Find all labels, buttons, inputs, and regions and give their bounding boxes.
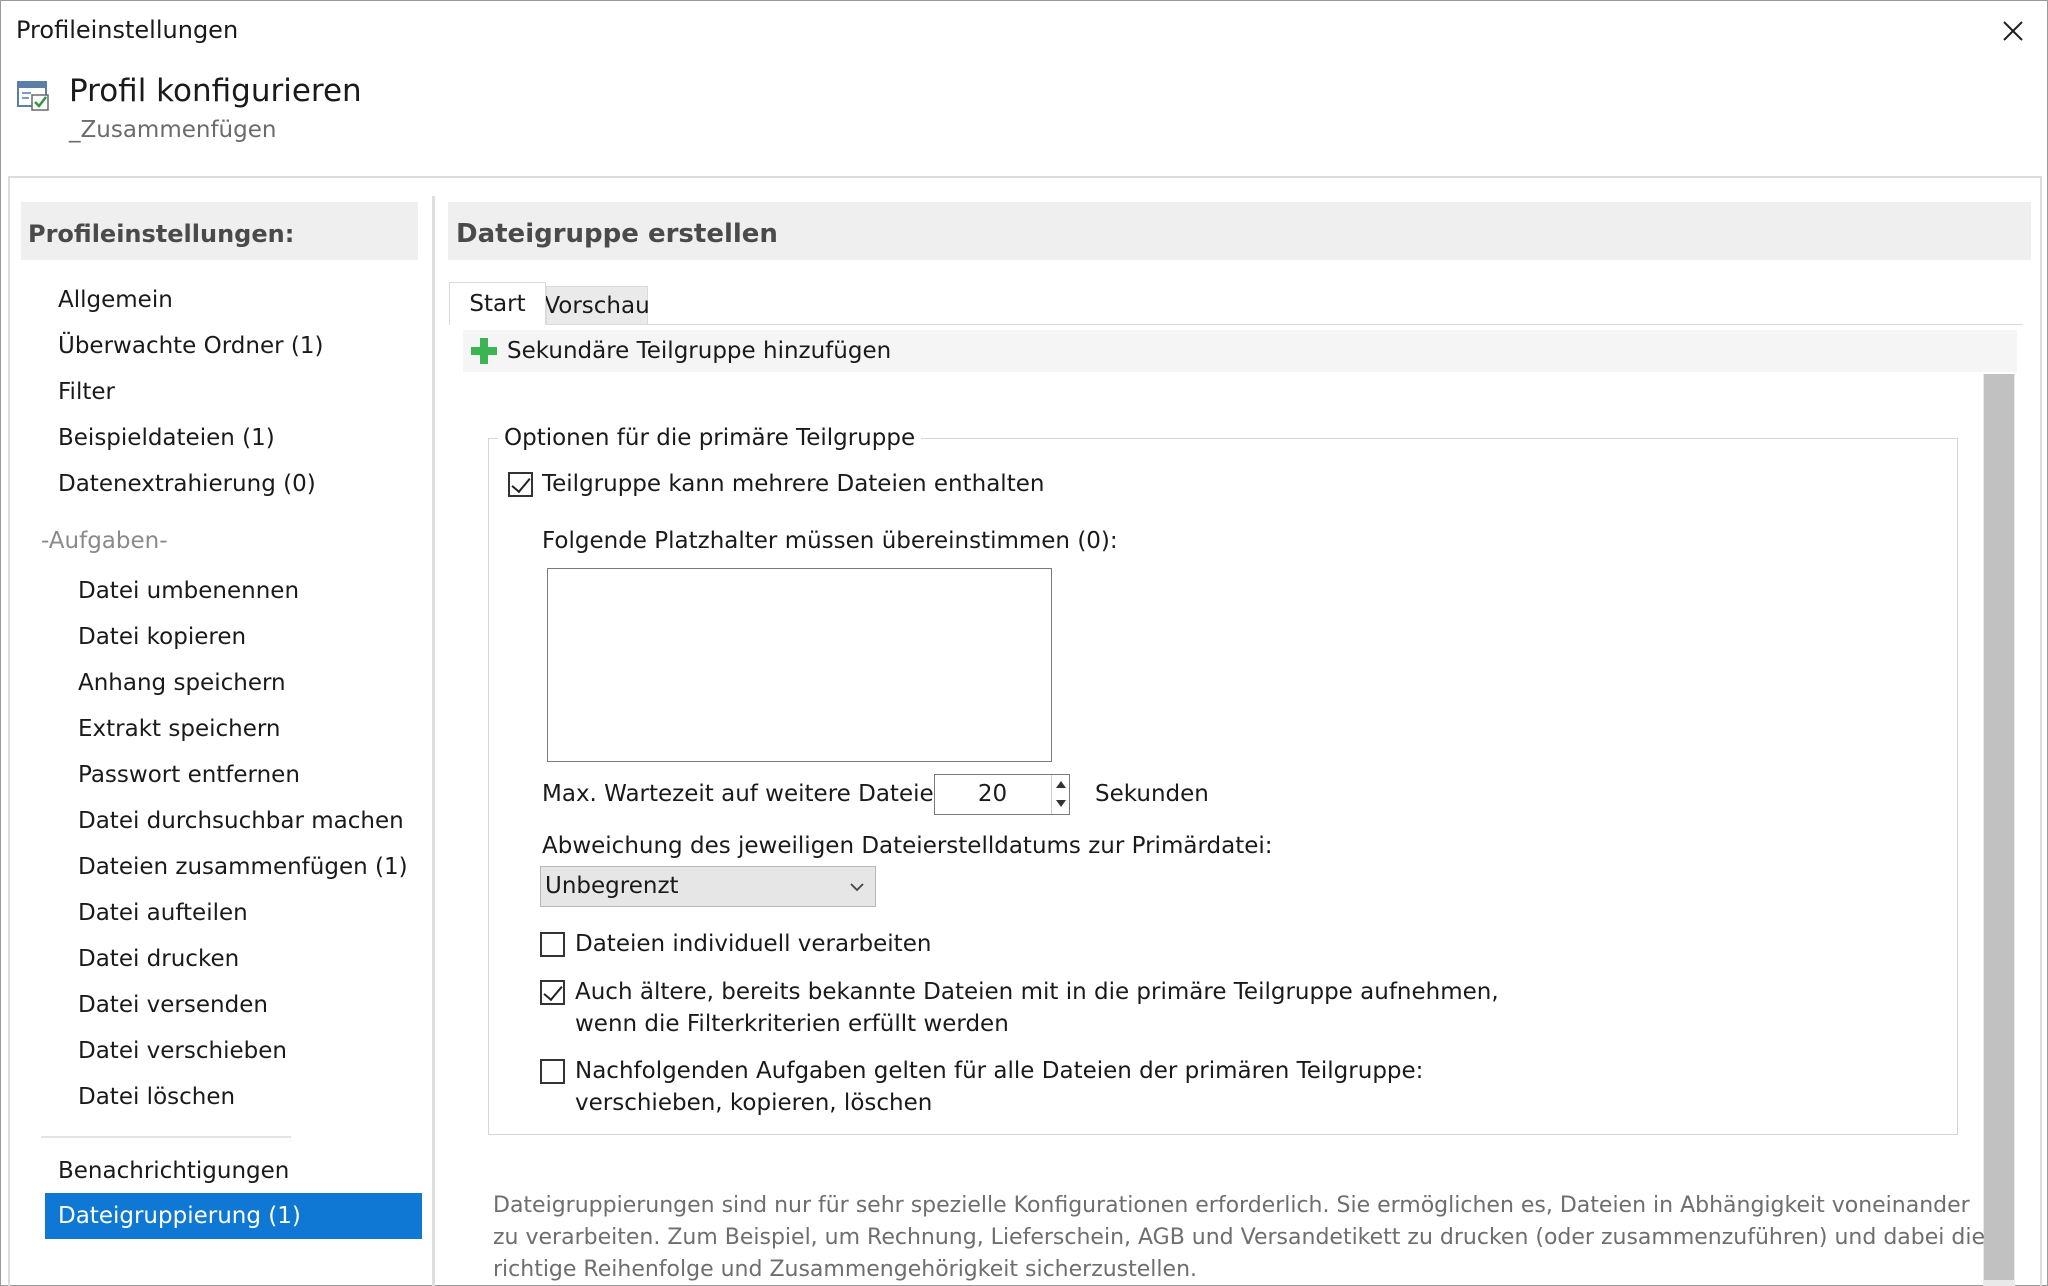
wait-time-value[interactable]: 20 bbox=[935, 775, 1050, 814]
scrollbar-thumb[interactable] bbox=[1984, 374, 2014, 1280]
close-icon bbox=[2003, 21, 2023, 41]
include-older-files-checkbox[interactable] bbox=[540, 980, 565, 1005]
add-secondary-subgroup-label: Sekundäre Teilgruppe hinzufügen bbox=[507, 338, 892, 364]
tab-start[interactable]: Start bbox=[449, 282, 546, 325]
stepper-up-button[interactable] bbox=[1052, 775, 1069, 794]
primary-subgroup-legend: Optionen für die primäre Teilgruppe bbox=[498, 425, 922, 451]
include-older-files-label-line1: Auch ältere, bereits bekannte Dateien mi… bbox=[575, 979, 1499, 1005]
sidebar-item-datei-verschieben[interactable]: Datei verschieben bbox=[78, 1028, 418, 1074]
sidebar-item-filter[interactable]: Filter bbox=[58, 369, 418, 415]
sidebar-item-allgemein[interactable]: Allgemein bbox=[58, 277, 418, 323]
placeholder-list[interactable] bbox=[547, 568, 1052, 762]
stepper-arrows bbox=[1051, 775, 1069, 814]
sidebar-item-datei-umbenennen[interactable]: Datei umbenennen bbox=[78, 568, 418, 614]
profile-settings-icon bbox=[17, 81, 49, 111]
page-title: Profil konfigurieren bbox=[69, 73, 362, 109]
wait-time-stepper[interactable]: 20 bbox=[934, 774, 1070, 815]
process-individually-label: Dateien individuell verarbeiten bbox=[575, 931, 932, 957]
sidebar-item-datei-kopieren[interactable]: Datei kopieren bbox=[78, 614, 418, 660]
profile-name: _Zusammenfügen bbox=[69, 117, 277, 143]
add-secondary-subgroup-button[interactable]: Sekundäre Teilgruppe hinzufügen bbox=[463, 330, 2017, 372]
tab-strip-line bbox=[449, 324, 2023, 325]
sidebar-item-benachrichtigungen[interactable]: Benachrichtigungen bbox=[58, 1148, 418, 1194]
sidebar-item-datei-aufteilen[interactable]: Datei aufteilen bbox=[78, 890, 418, 936]
triangle-up-icon bbox=[1055, 781, 1066, 788]
placeholder-label: Folgende Platzhalter müssen übereinstimm… bbox=[542, 528, 1118, 554]
include-older-files-label-line2: wenn die Filterkriterien erfüllt werden bbox=[575, 1011, 1009, 1037]
wait-time-unit: Sekunden bbox=[1095, 781, 1209, 807]
sidebar-item-ueberwachte-ordner[interactable]: Überwachte Ordner (1) bbox=[58, 323, 418, 369]
subsequent-tasks-checkbox[interactable] bbox=[540, 1059, 565, 1084]
sidebar-item-anhang-speichern[interactable]: Anhang speichern bbox=[78, 660, 418, 706]
sidebar-item-dateien-zusammenfuegen[interactable]: Dateien zusammenfügen (1) bbox=[78, 844, 418, 890]
sidebar-item-datei-drucken[interactable]: Datei drucken bbox=[78, 936, 418, 982]
sidebar-item-extrakt-speichern[interactable]: Extrakt speichern bbox=[78, 706, 418, 752]
triangle-down-icon bbox=[1055, 800, 1066, 807]
multi-files-label: Teilgruppe kann mehrere Dateien enthalte… bbox=[542, 471, 1045, 497]
sidebar-item-beispieldateien[interactable]: Beispieldateien (1) bbox=[58, 415, 418, 461]
dialog-header: Profil konfigurieren _Zusammenfügen bbox=[1, 63, 2047, 175]
help-description: Dateigruppierungen sind nur für sehr spe… bbox=[493, 1193, 1985, 1282]
stepper-down-button[interactable] bbox=[1052, 794, 1069, 813]
multi-files-checkbox[interactable] bbox=[508, 472, 533, 497]
main-panel: Dateigruppe erstellen Start Vorschau Sek… bbox=[448, 202, 2031, 1286]
subsequent-tasks-label-line1: Nachfolgenden Aufgaben gelten für alle D… bbox=[575, 1058, 1424, 1084]
plus-icon bbox=[469, 336, 499, 366]
deviation-select[interactable]: Unbegrenzt bbox=[540, 866, 876, 907]
panel-splitter[interactable] bbox=[432, 196, 435, 1286]
sidebar-item-datei-durchsuchbar[interactable]: Datei durchsuchbar machen bbox=[78, 798, 418, 844]
chevron-down-icon bbox=[850, 883, 864, 892]
sidebar-divider bbox=[41, 1136, 291, 1138]
sidebar-item-datenextrahierung[interactable]: Datenextrahierung (0) bbox=[58, 461, 418, 507]
section-title: Dateigruppe erstellen bbox=[448, 202, 2031, 260]
deviation-selected-value: Unbegrenzt bbox=[545, 873, 679, 899]
sidebar-item-dateigruppierung[interactable]: Dateigruppierung (1) bbox=[45, 1193, 422, 1239]
sidebar: Profileinstellungen: Allgemein Überwacht… bbox=[21, 202, 422, 1282]
sidebar-heading: Profileinstellungen: bbox=[21, 202, 418, 260]
deviation-label: Abweichung des jeweiligen Dateierstellda… bbox=[542, 833, 1273, 859]
dialog-window: Profileinstellungen Profil konfigurieren… bbox=[0, 0, 2048, 1286]
sidebar-item-passwort-entfernen[interactable]: Passwort entfernen bbox=[78, 752, 418, 798]
sidebar-item-datei-loeschen[interactable]: Datei löschen bbox=[78, 1074, 418, 1120]
window-title: Profileinstellungen bbox=[16, 16, 239, 44]
tab-vorschau[interactable]: Vorschau bbox=[544, 286, 650, 325]
subsequent-tasks-label-line2: verschieben, kopieren, löschen bbox=[575, 1090, 933, 1116]
close-button[interactable] bbox=[1993, 11, 2033, 51]
sidebar-group-tasks: -Aufgaben- bbox=[41, 528, 168, 554]
wait-time-label: Max. Wartezeit auf weitere Dateien: bbox=[542, 781, 956, 807]
title-bar: Profileinstellungen bbox=[1, 1, 2047, 61]
sidebar-item-datei-versenden[interactable]: Datei versenden bbox=[78, 982, 418, 1028]
process-individually-checkbox[interactable] bbox=[540, 932, 565, 957]
